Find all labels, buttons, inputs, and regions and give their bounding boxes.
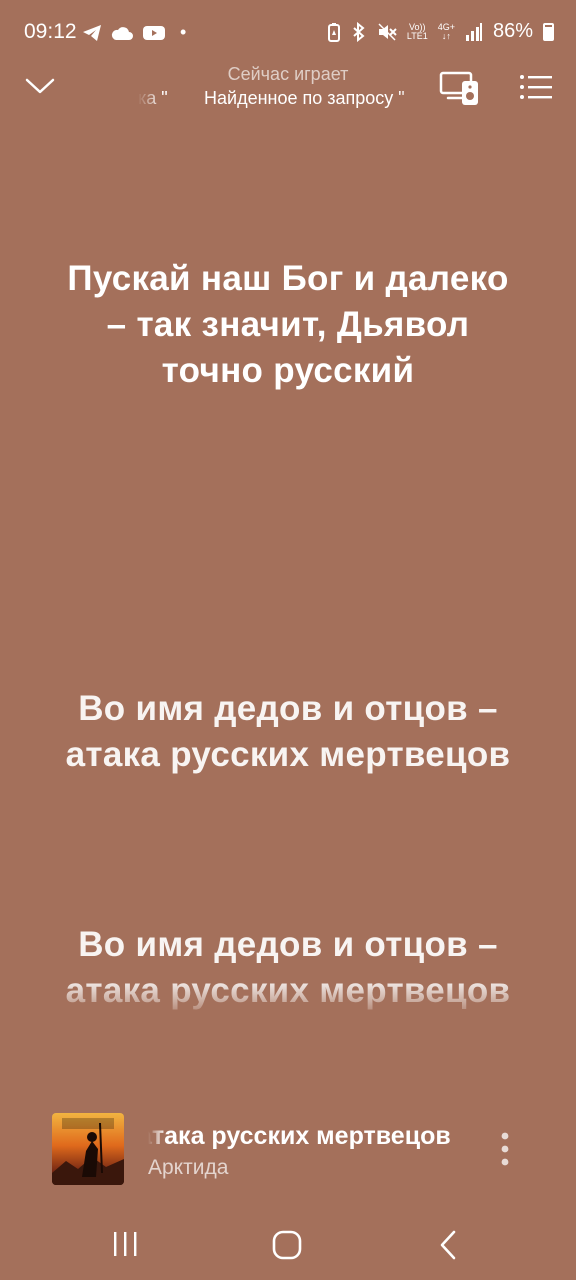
youtube-icon — [143, 25, 165, 40]
lyric-line-3[interactable]: Во имя дедов и отцов – атака русских мер… — [60, 922, 516, 1014]
track-title-fade-left — [148, 1122, 166, 1152]
cloud-icon — [111, 26, 133, 40]
lyric-line-2[interactable]: Во имя дедов и отцов – атака русских мер… — [60, 686, 516, 778]
track-title[interactable]: атака русских мертвецов — [148, 1122, 466, 1152]
track-title-text: атака русских мертвецов — [148, 1122, 451, 1150]
connect-devices-icon[interactable] — [438, 68, 482, 108]
status-left-icons: • — [82, 22, 186, 43]
context-fade-left — [138, 88, 162, 114]
back-icon[interactable] — [432, 1226, 466, 1264]
network-type-indicator: 4G+ ↓↑ — [437, 21, 455, 41]
status-notification-dot: • — [180, 22, 187, 42]
battery-percent: 86% — [492, 20, 533, 42]
status-right-icons: Vo)) LTE1 4G+ ↓↑ 86% — [327, 20, 554, 43]
home-icon[interactable] — [270, 1228, 304, 1262]
recents-icon[interactable] — [108, 1230, 142, 1258]
more-options-icon[interactable] — [494, 1130, 516, 1168]
now-playing-header: Сейчас играет ка " Найденное по запросу … — [0, 60, 576, 120]
context-label: Найденное по запросу " — [204, 88, 405, 108]
playing-context[interactable]: ка " Найденное по запросу " — [138, 88, 424, 114]
bluetooth-icon — [353, 21, 365, 42]
signal-icon — [465, 22, 482, 41]
track-artist[interactable]: Арктида — [148, 1156, 228, 1180]
header-title: Сейчас играет — [227, 64, 349, 84]
album-cover-art — [52, 1113, 124, 1185]
context-fade-right — [400, 88, 424, 114]
battery-saver-icon — [327, 22, 340, 42]
album-cover[interactable] — [52, 1113, 124, 1185]
status-bar: 09:12 • Vo)) LTE1 4G+ ↓↑ 86% — [0, 0, 576, 64]
status-time: 09:12 — [24, 20, 77, 43]
volte-indicator: Vo)) LTE1 — [406, 21, 428, 41]
telegram-icon — [83, 24, 101, 41]
queue-list-icon[interactable] — [518, 70, 554, 104]
system-nav-bar — [0, 1204, 576, 1280]
battery-icon — [543, 22, 554, 41]
track-title-fade-right — [448, 1122, 466, 1152]
mini-player[interactable]: атака русских мертвецов Арктида — [0, 1100, 576, 1200]
lyric-line-1[interactable]: Пускай наш Бог и далеко – так значит, Дь… — [60, 256, 516, 394]
mute-icon — [378, 22, 397, 41]
